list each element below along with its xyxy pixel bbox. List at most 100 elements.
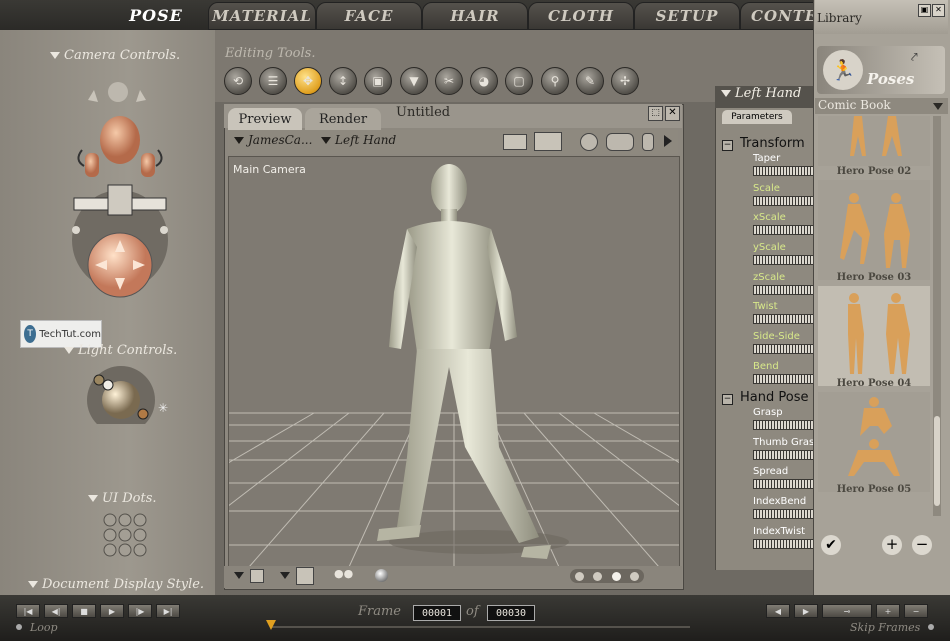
- remove-keyframe-icon[interactable]: −: [904, 604, 928, 618]
- library-item-hero-pose-03[interactable]: [818, 180, 930, 280]
- display-style-menu-icon[interactable]: [234, 572, 244, 579]
- library-item-hero-pose-05[interactable]: [818, 392, 930, 492]
- param-side-side-dial[interactable]: [753, 344, 815, 354]
- move-y-icon[interactable]: [107, 184, 133, 216]
- library-pin-icon[interactable]: ▣: [918, 4, 931, 17]
- tab-hair[interactable]: HAIR: [422, 2, 528, 30]
- keyframes-icon[interactable]: ⊸: [822, 604, 872, 618]
- prev-key-frame-icon[interactable]: ◀: [766, 604, 790, 618]
- param-taper-dial[interactable]: [753, 166, 815, 176]
- light-bulb-icon[interactable]: ✳: [158, 401, 168, 415]
- tab-cloth[interactable]: CLOTH: [528, 2, 634, 30]
- tab-material[interactable]: MATERIAL: [208, 2, 316, 30]
- resize-window-icon[interactable]: ⬚: [648, 106, 663, 121]
- camera-plus-icon[interactable]: [503, 134, 527, 150]
- library-scroll-thumb[interactable]: [934, 416, 940, 506]
- scene-render[interactable]: [229, 157, 679, 567]
- figure-model[interactable]: [377, 164, 551, 559]
- document-display-style-heading[interactable]: Document Display Style.: [28, 577, 204, 592]
- remove-pose-minus-icon[interactable]: −: [912, 535, 932, 555]
- tab-preview[interactable]: Preview: [228, 108, 302, 130]
- param-yscale-dial[interactable]: [753, 255, 815, 265]
- param-bend-dial[interactable]: [753, 374, 815, 384]
- left-hand-camera-icon[interactable]: [88, 90, 98, 102]
- param-thumb-grasp-dial[interactable]: [753, 450, 815, 460]
- param-twist-dial[interactable]: [753, 314, 815, 324]
- param-indextwist-dial[interactable]: [753, 539, 815, 549]
- prev-key-icon[interactable]: ◀|: [44, 604, 68, 618]
- param-xscale-dial[interactable]: [753, 225, 815, 235]
- sphere-icon[interactable]: [375, 569, 388, 582]
- tab-render[interactable]: Render: [305, 108, 381, 130]
- display-style-icon[interactable]: [250, 569, 264, 583]
- ui-dots-heading[interactable]: UI Dots.: [88, 491, 157, 506]
- stop-icon[interactable]: ■: [72, 604, 96, 618]
- viewport-menu-arrow-icon[interactable]: [664, 135, 672, 147]
- camera-zoom-icon[interactable]: [642, 133, 654, 151]
- camera-copy-icon[interactable]: [534, 132, 562, 151]
- camera-controls-widget[interactable]: [60, 70, 180, 300]
- change-category-icon[interactable]: ⤤: [911, 50, 918, 65]
- dot-icon[interactable]: [593, 571, 603, 581]
- light-controls-heading[interactable]: Light Controls.: [64, 343, 177, 358]
- actor-select[interactable]: Left Hand: [321, 133, 396, 147]
- add-pose-plus-icon[interactable]: +: [882, 535, 902, 555]
- morph-brush-tool-icon[interactable]: ✎: [576, 67, 604, 95]
- translate-tool-icon[interactable]: ✥: [294, 67, 322, 95]
- loop-toggle-icon[interactable]: [16, 624, 22, 630]
- apply-pose-check-icon[interactable]: ✔: [821, 535, 841, 555]
- rotate-left-icon[interactable]: [77, 149, 85, 167]
- library-item-hero-pose-02[interactable]: [818, 116, 930, 166]
- group-transform[interactable]: − Transform: [722, 136, 805, 151]
- view-magnifier-tool-icon[interactable]: ⚲: [541, 67, 569, 95]
- camera-rotate-icon[interactable]: [580, 133, 598, 151]
- parameters-tab[interactable]: Parameters: [722, 110, 792, 124]
- library-close-icon[interactable]: ✕: [932, 4, 945, 17]
- library-scrollbar[interactable]: [933, 116, 941, 516]
- light-handle-icon[interactable]: [93, 374, 105, 386]
- first-frame-icon[interactable]: |◀: [16, 604, 40, 618]
- param-zscale-dial[interactable]: [753, 285, 815, 295]
- camera-controls-heading[interactable]: Camera Controls.: [50, 48, 180, 63]
- last-frame-icon[interactable]: ▶|: [156, 604, 180, 618]
- right-hand-camera-icon[interactable]: [136, 90, 146, 102]
- light-handle-icon[interactable]: [137, 408, 149, 420]
- total-frames-field[interactable]: 00030: [487, 605, 535, 621]
- dot-icon[interactable]: [630, 571, 640, 581]
- cube-menu-icon[interactable]: [280, 572, 290, 579]
- next-key-frame-icon[interactable]: ▶: [794, 604, 818, 618]
- timeline-track[interactable]: [270, 626, 690, 628]
- grouping-tool-icon[interactable]: ▢: [505, 67, 533, 95]
- camera-move-icon[interactable]: [606, 133, 634, 151]
- ui-dot-icon[interactable]: [72, 226, 80, 234]
- next-key-icon[interactable]: |▶: [128, 604, 152, 618]
- add-keyframe-icon[interactable]: +: [876, 604, 900, 618]
- param-grasp-dial[interactable]: [753, 420, 815, 430]
- collapse-icon[interactable]: −: [722, 394, 733, 405]
- play-icon[interactable]: ▶: [100, 604, 124, 618]
- collapse-icon[interactable]: −: [722, 140, 733, 151]
- timeline-scrubber-icon[interactable]: [266, 620, 276, 630]
- twist-tool-icon[interactable]: ☰: [259, 67, 287, 95]
- camera-select[interactable]: JamesCa...: [234, 133, 312, 147]
- color-tool-icon[interactable]: ◕: [470, 67, 498, 95]
- light-handle-icon[interactable]: [102, 379, 114, 391]
- viewport[interactable]: Main Camera: [228, 156, 680, 568]
- direct-manipulation-tool-icon[interactable]: ✢: [611, 67, 639, 95]
- ground-shadow-icon[interactable]: ●●: [334, 567, 354, 581]
- rotate-tool-icon[interactable]: ⟲: [224, 67, 252, 95]
- ui-dots-grid[interactable]: [102, 512, 150, 558]
- tab-face[interactable]: FACE: [316, 2, 422, 30]
- skip-frames-toggle-icon[interactable]: [928, 624, 934, 630]
- parameters-header[interactable]: Left Hand: [715, 86, 815, 108]
- display-dots[interactable]: [570, 569, 644, 583]
- group-hand-pose[interactable]: − Hand Pose: [722, 390, 808, 405]
- param-spread-dial[interactable]: [753, 479, 815, 489]
- left-hand-icon[interactable]: [85, 153, 99, 177]
- taper-tool-icon[interactable]: ▼: [400, 67, 428, 95]
- right-hand-icon[interactable]: [141, 153, 155, 177]
- library-item-hero-pose-04[interactable]: [818, 286, 930, 386]
- rotate-right-icon[interactable]: [155, 149, 163, 167]
- current-frame-field[interactable]: 00001: [413, 605, 461, 621]
- chain-break-tool-icon[interactable]: ✂: [435, 67, 463, 95]
